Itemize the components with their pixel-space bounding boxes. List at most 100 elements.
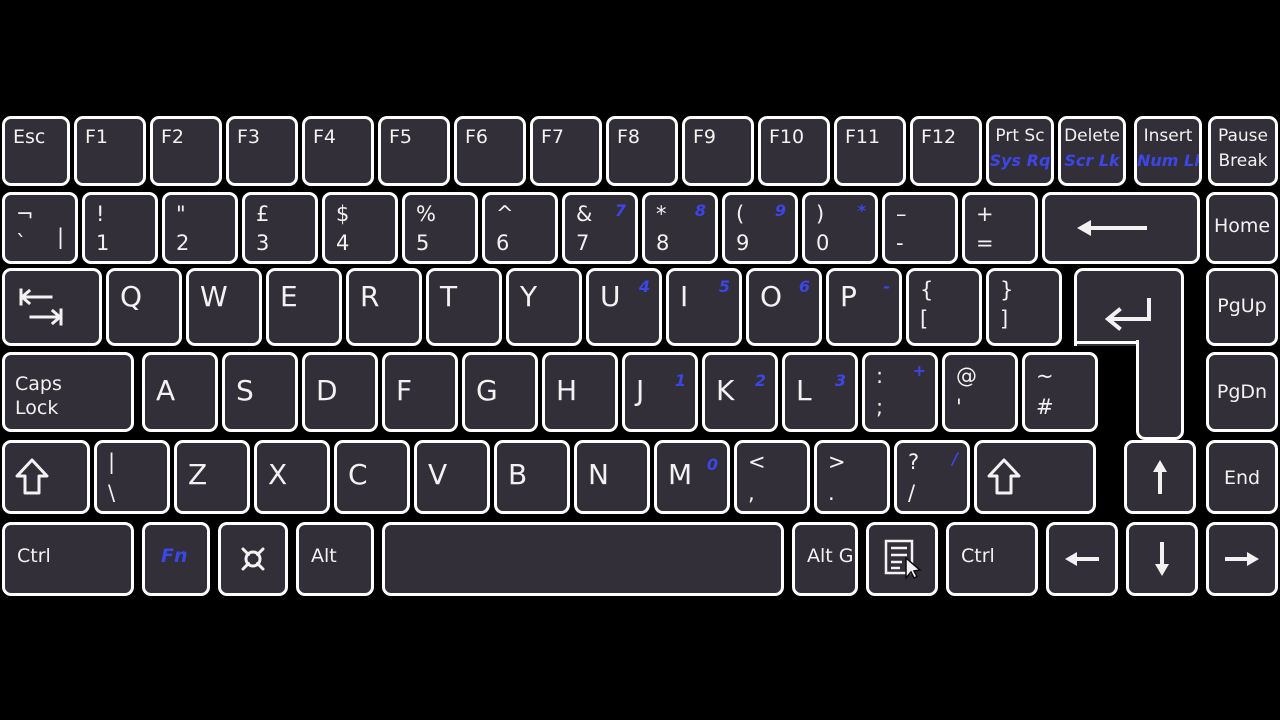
key-f6[interactable]: F6 <box>454 116 526 186</box>
key-home[interactable]: Home <box>1206 192 1278 264</box>
key-ctrl[interactable]: Ctrl <box>2 522 134 596</box>
key-c[interactable]: C <box>334 440 410 514</box>
key-3[interactable]: £3 <box>242 192 318 264</box>
key-arrow-right-icon[interactable] <box>1206 522 1278 596</box>
key-u[interactable]: U4 <box>586 268 662 346</box>
key-arrow-left-icon[interactable] <box>1046 522 1118 596</box>
key-tab-icon[interactable] <box>2 268 102 346</box>
key-h[interactable]: H <box>542 352 618 432</box>
key-f3[interactable]: F3 <box>226 116 298 186</box>
key-z[interactable]: Z <box>174 440 250 514</box>
key-b[interactable]: B <box>494 440 570 514</box>
key-legend: PgDn <box>1216 381 1268 403</box>
key-r[interactable]: R <box>346 268 422 346</box>
key-w[interactable]: W <box>186 268 262 346</box>
key-t[interactable]: T <box>426 268 502 346</box>
key-shift-left[interactable] <box>2 440 90 514</box>
key-7[interactable]: & 7 7 <box>562 192 638 264</box>
key-backspace-arrow-icon[interactable] <box>1042 192 1200 264</box>
key-e[interactable]: E <box>266 268 342 346</box>
key-i[interactable]: I5 <box>666 268 742 346</box>
key-1[interactable]: ! 1 <box>82 192 158 264</box>
key-0[interactable]: ) 0 * <box>802 192 878 264</box>
key-f10[interactable]: F10 <box>758 116 830 186</box>
key-legend: ! <box>96 202 105 226</box>
key-pgup[interactable]: PgUp <box>1206 268 1278 346</box>
key-f2[interactable]: F2 <box>150 116 222 186</box>
key-f1[interactable]: F1 <box>74 116 146 186</box>
key-4[interactable]: $4 <box>322 192 398 264</box>
key-f12[interactable]: F12 <box>910 116 982 186</box>
key-q[interactable]: Q <box>106 268 182 346</box>
key-s[interactable]: S <box>222 352 298 432</box>
key-enter-stem[interactable] <box>1136 340 1184 440</box>
key-prt-sc[interactable]: Prt Sc Sys Rq <box>986 116 1054 186</box>
key-o[interactable]: O6 <box>746 268 822 346</box>
key-d[interactable]: D <box>302 352 378 432</box>
key-key[interactable]: – - <box>882 192 958 264</box>
key-shift-right[interactable] <box>974 440 1096 514</box>
key-sym[interactable]: @ ' <box>942 352 1018 432</box>
key-9[interactable]: (9 9 <box>722 192 798 264</box>
key-fn[interactable]: Fn <box>142 522 210 596</box>
key-5[interactable]: % 5 <box>402 192 478 264</box>
key-k[interactable]: K2 <box>702 352 778 432</box>
key-legend: F5 <box>389 126 413 148</box>
key-v[interactable]: V <box>414 440 490 514</box>
key-f4[interactable]: F4 <box>302 116 374 186</box>
key-g[interactable]: G <box>462 352 538 432</box>
key-pause[interactable]: Pause Break <box>1208 116 1278 186</box>
key-key[interactable]: + = <box>962 192 1038 264</box>
key-bracket[interactable]: {[ <box>906 268 982 346</box>
key-f9[interactable]: F9 <box>682 116 754 186</box>
key-2[interactable]: " 2 <box>162 192 238 264</box>
key-bracket[interactable]: }] <box>986 268 1062 346</box>
key-y[interactable]: Y <box>506 268 582 346</box>
key-f8[interactable]: F8 <box>606 116 678 186</box>
key-sym[interactable]: ? / / <box>894 440 970 514</box>
key-n[interactable]: N <box>574 440 650 514</box>
key-legend: Alt <box>311 545 337 567</box>
key-super-icon[interactable] <box>218 522 288 596</box>
key-sym[interactable]: | \ <box>94 440 170 514</box>
key-space[interactable] <box>382 522 784 596</box>
key-legend: Break <box>1218 151 1268 171</box>
key-legend: Q <box>120 280 143 313</box>
key-m[interactable]: M0 <box>654 440 730 514</box>
key-f5[interactable]: F5 <box>378 116 450 186</box>
key-insert[interactable]: Insert Num Lk <box>1134 116 1202 186</box>
key-l[interactable]: L3 <box>782 352 858 432</box>
key-f7[interactable]: F7 <box>530 116 602 186</box>
key-sym[interactable]: :; + <box>862 352 938 432</box>
key-legend: F9 <box>693 126 717 148</box>
key-legend: Ctrl <box>17 545 51 567</box>
key-p[interactable]: P- <box>826 268 902 346</box>
key-sym[interactable]: >. <box>814 440 890 514</box>
key-sym[interactable]: <, <box>734 440 810 514</box>
key-f[interactable]: F <box>382 352 458 432</box>
key-alt-gr[interactable]: Alt Gr <box>792 522 858 596</box>
key-end[interactable]: End <box>1206 440 1278 514</box>
key-menu-icon[interactable] <box>866 522 938 596</box>
key-enter[interactable] <box>1074 268 1184 346</box>
key-legend: O <box>760 280 783 313</box>
key-caps-lock[interactable]: Caps Lock <box>2 352 134 432</box>
key-8[interactable]: * 8 8 <box>642 192 718 264</box>
key-esc[interactable]: Esc <box>2 116 70 186</box>
key-6[interactable]: ^ 6 <box>482 192 558 264</box>
key-pgdn[interactable]: PgDn <box>1206 352 1278 432</box>
key-f11[interactable]: F11 <box>834 116 906 186</box>
key-arrow-down-icon[interactable] <box>1126 522 1198 596</box>
key-a[interactable]: A <box>142 352 218 432</box>
key-j[interactable]: J1 <box>622 352 698 432</box>
key-secondary-legend: 2 <box>754 371 766 390</box>
key-x[interactable]: X <box>254 440 330 514</box>
key-sym[interactable]: ~ # <box>1022 352 1098 432</box>
key-legend: ` <box>16 231 27 255</box>
key-arrow-up-icon[interactable] <box>1124 440 1196 514</box>
key-key[interactable]: ¬ ` | <box>2 192 78 264</box>
key-alt[interactable]: Alt <box>296 522 374 596</box>
key-delete[interactable]: Delete Scr Lk <box>1058 116 1126 186</box>
key-ctrl[interactable]: Ctrl <box>946 522 1038 596</box>
key-legend: | <box>57 225 65 249</box>
